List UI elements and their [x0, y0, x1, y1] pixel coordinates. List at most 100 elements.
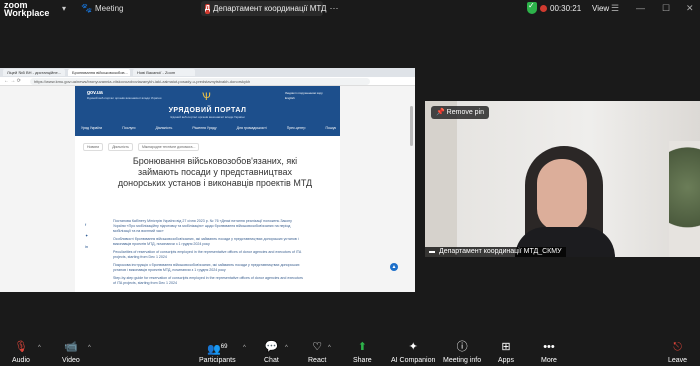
participants-button[interactable]: 👥69 Participants — [199, 342, 236, 364]
menu-item[interactable]: Прес-центр — [287, 126, 306, 130]
share-screen-icon: ⬆ — [357, 341, 367, 353]
meeting-info-label: Meeting info — [443, 357, 482, 364]
share-label: Share — [353, 357, 372, 364]
browser-tab-active[interactable]: Бронювання військовозобов... — [68, 69, 130, 76]
participants-label: Participants — [199, 357, 236, 364]
twitter-icon[interactable]: ✦ — [85, 233, 105, 244]
meeting-info-button[interactable]: ⓘ Meeting info — [443, 341, 482, 365]
header-side-links: Людям із порушенням зору English — [285, 91, 323, 101]
menu-item[interactable]: Уряд України — [81, 126, 102, 130]
leave-button[interactable]: ⎋ Leave — [668, 341, 687, 365]
mic-muted-icon: 🎙 — [13, 341, 28, 353]
browser-tabs: Ліцей №5 ВН - дистанційне... Бронювання … — [0, 68, 415, 77]
article-title: Бронювання військовозобов'язаних, які за… — [117, 156, 313, 188]
scroll-up-icon[interactable]: ▲ — [390, 263, 398, 271]
page-scrollbar[interactable] — [410, 106, 413, 146]
signal-strength-icon — [429, 247, 435, 253]
brand-line-2: Workplace — [4, 8, 50, 18]
ai-sparkle-icon: ✦ — [408, 341, 418, 353]
chat-icon: 💬 — [264, 341, 279, 353]
article-link[interactable]: Покрокова інструкція з бронювання військ… — [113, 263, 303, 273]
info-icon: ⓘ — [456, 341, 468, 353]
video-options-caret[interactable]: ^ — [88, 345, 91, 351]
ai-companion-button[interactable]: ✦ AI Companion — [391, 341, 436, 365]
remove-pin-button[interactable]: 📌 Remove pin — [431, 106, 490, 119]
nav-arrows-icon[interactable]: ← → ⟳ — [4, 78, 21, 84]
linkedin-icon[interactable]: in — [85, 244, 105, 255]
title-bar: zoom Workplace ▾ 🐾 Meeting Д Департамент… — [0, 0, 700, 18]
ai-label: AI Companion — [391, 357, 436, 364]
article-link[interactable]: Постанова Кабінету Міністрів України від… — [113, 219, 303, 234]
video-button[interactable]: 📹 Video — [62, 341, 80, 365]
portal-menu: Уряд України Послуги Діяльність Рішення … — [81, 126, 336, 130]
portal-subtitle: Єдиний веб-портал органів виконавчої вла… — [170, 115, 245, 119]
url-field[interactable]: https://www.kmu.gov.ua/news/bronyuvannia… — [30, 78, 370, 85]
breadcrumb-item[interactable]: Діяльність — [108, 143, 133, 151]
chat-button[interactable]: 💬 Chat — [264, 341, 279, 365]
sharing-indicator[interactable]: Д Департамент координації МТД ⋯ — [201, 1, 338, 16]
view-grid-icon[interactable]: ☰ — [611, 3, 619, 14]
participants-count: 69 — [220, 344, 228, 350]
view-button[interactable]: View — [592, 4, 609, 13]
article-link[interactable]: Peculiarities of reservation of conscrip… — [113, 250, 303, 260]
camera-off-icon: 📹 — [64, 341, 78, 353]
article-link[interactable]: Step-by-step guide for reservation of co… — [113, 276, 303, 286]
menu-item[interactable]: Рішення Уряду — [192, 126, 216, 130]
more-icon: ••• — [543, 341, 555, 353]
gov-subtitle: Єдиний веб-портал органів виконавчої вла… — [87, 96, 162, 100]
more-options-icon[interactable]: ⋯ — [329, 3, 338, 14]
audio-button[interactable]: 🎙 Audio — [12, 341, 30, 365]
menu-item[interactable]: Послуги — [122, 126, 135, 130]
participants-icon: 👥69 — [207, 343, 228, 356]
more-button[interactable]: ••• More — [541, 341, 557, 365]
browser-tab[interactable]: Ліцей №5 ВН - дистанційне... — [3, 69, 65, 76]
leave-door-icon: ⎋ — [673, 341, 682, 353]
article-link[interactable]: Особливості бронювання військовозобов'яз… — [113, 237, 303, 247]
meeting-label: Meeting — [95, 4, 124, 13]
close-icon[interactable]: ✕ — [686, 3, 694, 14]
shared-screen: Ліцей №5 ВН - дистанційне... Бронювання … — [0, 68, 415, 292]
paw-icon: 🐾 — [81, 3, 93, 13]
share-button[interactable]: ⬆ Share — [353, 341, 372, 365]
menu-item[interactable]: Діяльність — [156, 126, 173, 130]
react-options-caret[interactable]: ^ — [328, 345, 331, 351]
meeting-controls: 🎙 Audio ^ 📹 Video ^ 👥69 Participants ^ 💬… — [0, 338, 700, 366]
sharer-avatar-icon: Д — [205, 3, 210, 14]
breadcrumb-item[interactable]: Новини — [83, 143, 104, 151]
sharing-label: Департамент координації МТД — [213, 4, 327, 13]
maximize-icon[interactable]: ☐ — [662, 3, 670, 14]
facebook-icon[interactable]: f — [85, 222, 105, 233]
browser-tab[interactable]: Нові Вакансії - Zoom — [133, 69, 195, 76]
video-tile[interactable]: 📌 Remove pin Департамент координації МТД… — [425, 101, 700, 257]
participant-name: Департамент координації МТД_СКМУ — [438, 248, 562, 255]
chat-options-caret[interactable]: ^ — [285, 345, 288, 351]
english-link[interactable]: English — [285, 96, 323, 101]
gov-portal-page: gov.ua Єдиний веб-портал органів виконав… — [75, 86, 340, 292]
security-shield-icon[interactable] — [527, 1, 537, 14]
web-page: gov.ua Єдиний веб-портал органів виконав… — [0, 86, 415, 292]
apps-label: Apps — [498, 357, 514, 364]
trident-icon: Ѱ — [202, 91, 211, 103]
heart-icon: ♡ — [312, 341, 323, 353]
address-bar: ← → ⟳ https://www.kmu.gov.ua/news/bronyu… — [0, 77, 415, 86]
menu-item-search[interactable]: Пошук — [325, 126, 336, 130]
meeting-timer: 00:30:21 — [550, 4, 582, 13]
portal-header: gov.ua Єдиний веб-портал органів виконав… — [75, 86, 340, 136]
participants-options-caret[interactable]: ^ — [243, 345, 246, 351]
portal-title: УРЯДОВИЙ ПОРТАЛ — [168, 107, 247, 114]
audio-label: Audio — [12, 357, 30, 364]
apps-icon: ⊞ — [501, 341, 511, 353]
audio-options-caret[interactable]: ^ — [38, 345, 41, 351]
react-button[interactable]: ♡ React — [308, 341, 327, 365]
breadcrumb-item[interactable]: Міжнародне технічне допомога... — [137, 143, 200, 151]
recording-dot-icon — [540, 5, 547, 12]
participant-name-bar: Департамент координації МТД_СКМУ — [425, 247, 566, 257]
menu-item[interactable]: Для громадськості — [237, 126, 267, 130]
more-label: More — [541, 357, 557, 364]
apps-button[interactable]: ⊞ Apps — [498, 341, 514, 365]
zoom-logo: zoom Workplace — [4, 1, 50, 18]
react-label: React — [308, 357, 327, 364]
participant-face — [537, 159, 587, 231]
minimize-icon[interactable]: — — [636, 3, 645, 13]
chevron-down-icon[interactable]: ▾ — [62, 4, 66, 13]
